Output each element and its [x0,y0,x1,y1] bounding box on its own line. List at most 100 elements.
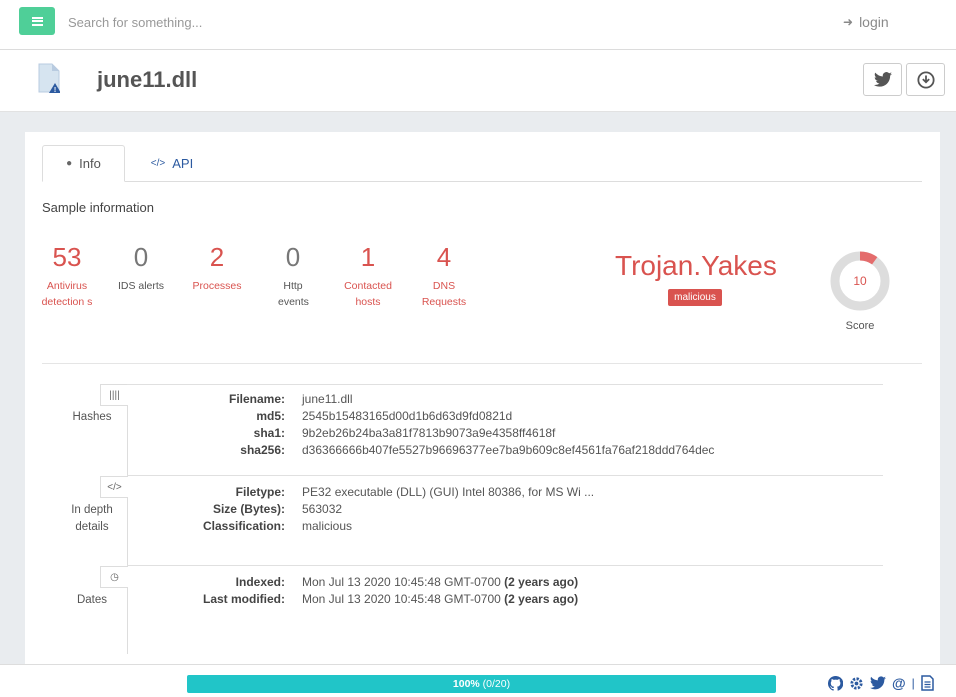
barcode-icon: |||| [100,384,128,406]
stat-value: 0 [133,242,149,272]
clock-icon: ◷ [100,566,128,588]
hash-value: 9b2eb26b24ba3a81f7813b9073a9e4358ff4618f [302,426,556,440]
stat-label: Antivirus detection s [41,280,93,308]
login-label: login [859,14,889,30]
section-title: Sample information [42,200,154,215]
detail-key: Size (Bytes): [212,502,285,516]
stat-value: 4 [436,242,452,272]
file-name-title: june11.dll [97,67,198,92]
tab-api[interactable]: </> API [137,145,207,182]
stat-http-events[interactable]: 0 Http events [263,242,323,310]
hash-value: d36366666b407fe5527b96696377ee7ba9b609c8… [302,443,715,457]
threat-summary: Trojan.Yakes malicious [615,250,777,306]
dates-table: Indexed: Mon Jul 13 2020 10:45:48 GMT-070… [185,575,578,609]
login-link[interactable]: ➜ login [843,14,889,30]
hash-row: Filename: june11.dll [185,392,714,409]
bottom-bar: 100% (0/20) @ | [0,664,956,697]
stat-dns-requests[interactable]: 4 DNS Requests [414,242,474,310]
detail-row: Size (Bytes): 563032 [185,502,594,519]
stat-label: Contacted hosts [344,280,392,308]
hash-key: Filename: [228,392,285,406]
code-icon: </> [150,158,166,169]
detail-value: malicious [302,519,353,533]
details-table: Filetype: PE32 executable (DLL) (GUI) Int… [185,485,594,536]
date-key: Last modified: [202,592,285,606]
row-separator [127,475,883,476]
date-value: Mon Jul 13 2020 10:45:48 GMT-0700 [302,592,501,606]
stat-antivirus[interactable]: 53 Antivirus detection s [37,242,97,310]
at-icon[interactable]: @ [892,675,906,691]
tab-bar: ● Info </> API [42,145,922,182]
row-separator [127,384,883,385]
detail-row: Filetype: PE32 executable (DLL) (GUI) Int… [185,485,594,502]
hash-key: sha1: [253,426,285,440]
stat-value: 2 [209,242,225,272]
row-separator [127,565,883,566]
hashes-label: Hashes [72,411,112,423]
hash-value: 2545b15483165d00d1b6d63d9fd0821d [302,409,513,423]
tab-info-label: Info [79,156,101,171]
top-navbar: ➜ login [0,0,956,50]
date-row: Indexed: Mon Jul 13 2020 10:45:48 GMT-070… [185,575,579,592]
date-ago: (2 years ago) [504,575,579,589]
twitter-icon[interactable] [870,676,886,690]
section-divider [42,363,922,364]
analysis-progress-bar: 100% (0/20) [187,675,776,693]
malicious-badge: malicious [668,289,722,306]
stat-contacted-hosts[interactable]: 1 Contacted hosts [338,242,398,310]
info-circle-icon: ● [66,158,73,169]
stat-label: IDS alerts [117,280,165,292]
detail-key: Classification: [202,519,285,533]
file-warning-icon: ! [38,63,60,93]
hash-key: sha256: [240,443,285,457]
details-label: In depth details [71,504,113,533]
menu-toggle-button[interactable] [19,7,55,35]
twitter-icon [873,72,892,87]
threat-name: Trojan.Yakes [615,250,777,281]
sign-in-icon: ➜ [843,15,854,29]
share-twitter-button[interactable] [863,63,902,96]
stat-value: 0 [285,242,301,272]
separator: | [911,676,915,690]
hash-row: sha1: 9b2eb26b24ba3a81f7813b9073a9e4358ff… [185,426,714,443]
dates-label: Dates [76,594,108,606]
stat-value: 53 [52,242,82,272]
stat-processes[interactable]: 2 Processes [187,242,247,294]
hash-key: md5: [256,409,285,423]
detail-key: Filetype: [235,485,285,499]
tab-info[interactable]: ● Info [42,145,125,182]
date-key: Indexed: [235,575,285,589]
tab-api-label: API [172,156,194,171]
progress-count: (0/20) [482,678,511,690]
sample-card: ● Info </> API Sample information 53 Ant… [25,132,940,672]
code-icon: </> [100,476,128,498]
score-widget: 10 Score [828,250,892,332]
stat-value: 1 [360,242,376,272]
score-donut: 10 [830,251,890,311]
date-ago: (2 years ago) [504,592,579,606]
search-input[interactable] [60,8,460,36]
github-icon[interactable] [828,675,843,691]
hashes-table: Filename: june11.dll md5: 2545b15483165d00… [185,392,714,460]
hamburger-icon [31,16,43,26]
stat-label: DNS Requests [421,280,467,308]
download-button[interactable] [906,63,945,96]
stat-ids-alerts[interactable]: 0 IDS alerts [111,242,171,294]
stat-label: Http events [278,280,309,308]
hash-row: md5: 2545b15483165d00d1b6d63d9fd0821d [185,409,714,426]
file-header: ! june11.dll [0,50,956,112]
settings-icon[interactable] [849,676,864,691]
score-value: 10 [853,274,867,288]
download-icon [916,70,935,89]
score-label: Score [845,320,875,332]
svg-text:!: ! [54,87,56,93]
hash-value: june11.dll [302,392,353,406]
hash-row: sha256: d36366666b407fe5527b96696377ee7ba… [185,443,714,460]
stat-label: Processes [192,280,242,292]
detail-value: 563032 [302,502,343,516]
footer-links: @ | [828,675,934,691]
detail-value: PE32 executable (DLL) (GUI) Intel 80386,… [302,485,595,499]
date-row: Last modified: Mon Jul 13 2020 10:45:48 G… [185,592,578,609]
detail-row: Classification: malicious [185,519,594,536]
document-icon[interactable] [921,675,934,691]
